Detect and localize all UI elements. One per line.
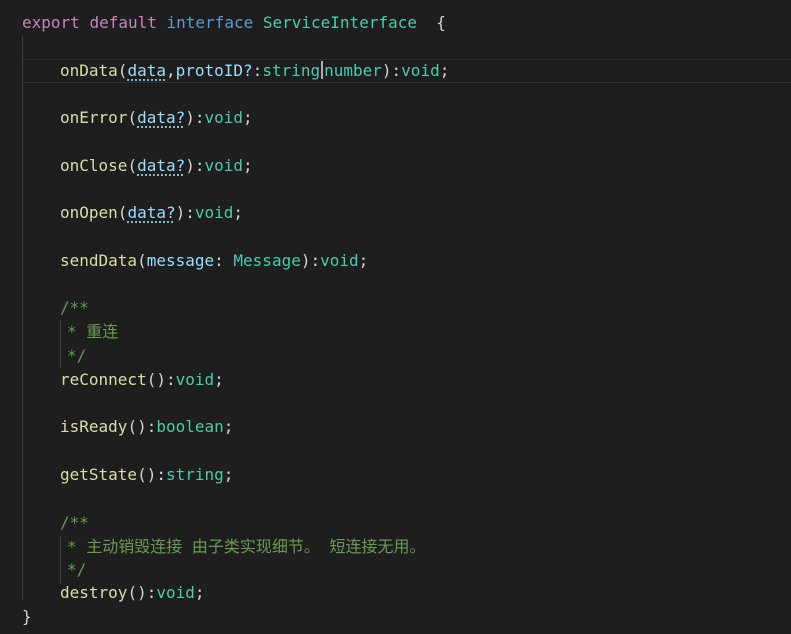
param: message <box>146 251 215 270</box>
param: data? <box>137 108 186 127</box>
type: string <box>262 61 321 80</box>
comment-indent-guide <box>60 536 61 584</box>
code-line-isready[interactable]: isReady():boolean; <box>60 415 233 439</box>
comment-body: * 重连 <box>67 322 119 341</box>
text-cursor <box>321 61 324 79</box>
return-type: void <box>204 108 244 127</box>
return-type: void <box>401 61 440 80</box>
method-name: isReady <box>60 417 128 436</box>
code-line-onopen[interactable]: onOpen(data?):void; <box>60 201 243 225</box>
comment-indent-guide <box>60 320 61 368</box>
code-line-destroy[interactable]: destroy():void; <box>60 581 205 605</box>
method-name: onClose <box>60 156 128 175</box>
param: data? <box>137 156 186 175</box>
return-type: void <box>175 370 215 389</box>
return-type: void <box>320 251 359 270</box>
method-name: onError <box>60 108 128 127</box>
open-brace: { <box>436 13 446 32</box>
method-name: sendData <box>60 251 138 270</box>
code-line-onerror[interactable]: onError(data?):void; <box>60 106 253 130</box>
code-line-interface-declaration[interactable]: export default interface ServiceInterfac… <box>22 11 446 35</box>
method-name: onData <box>60 61 118 80</box>
comment-close: */ <box>67 560 87 579</box>
interface-name: ServiceInterface <box>262 13 417 32</box>
param: data <box>127 61 166 80</box>
method-name: destroy <box>60 583 128 602</box>
method-name: reConnect <box>60 370 147 389</box>
code-editor[interactable]: export default interface ServiceInterfac… <box>0 0 791 634</box>
param: data? <box>127 203 176 222</box>
keyword-default: default <box>89 13 157 32</box>
param: protoID? <box>175 61 253 80</box>
return-type: void <box>156 583 195 602</box>
return-type: void <box>204 156 244 175</box>
keyword-interface: interface <box>166 13 254 32</box>
type: Message <box>233 251 301 270</box>
close-brace[interactable]: } <box>22 605 32 629</box>
method-name: getState <box>60 465 138 484</box>
type: number <box>324 61 382 80</box>
code-line-onclose[interactable]: onClose(data?):void; <box>60 154 253 178</box>
comment-open: /** <box>60 513 89 532</box>
method-name: onOpen <box>60 203 118 222</box>
indent-guide <box>22 36 23 600</box>
return-type: boolean <box>156 417 224 436</box>
code-line-getstate[interactable]: getState():string; <box>60 463 233 487</box>
code-line-ondata[interactable]: onData(data,protoID?:string number):void; <box>60 59 449 83</box>
return-type: string <box>165 465 224 484</box>
comment-close: */ <box>67 346 87 365</box>
keyword-export: export <box>22 13 80 32</box>
code-line-reconnect[interactable]: reConnect():void; <box>60 368 224 392</box>
return-type: void <box>194 203 234 222</box>
comment-open: /** <box>60 298 89 317</box>
code-line-senddata[interactable]: sendData(message: Message):void; <box>60 249 368 273</box>
comment-body: * 主动销毁连接 由子类实现细节。 短连接无用。 <box>67 537 426 556</box>
